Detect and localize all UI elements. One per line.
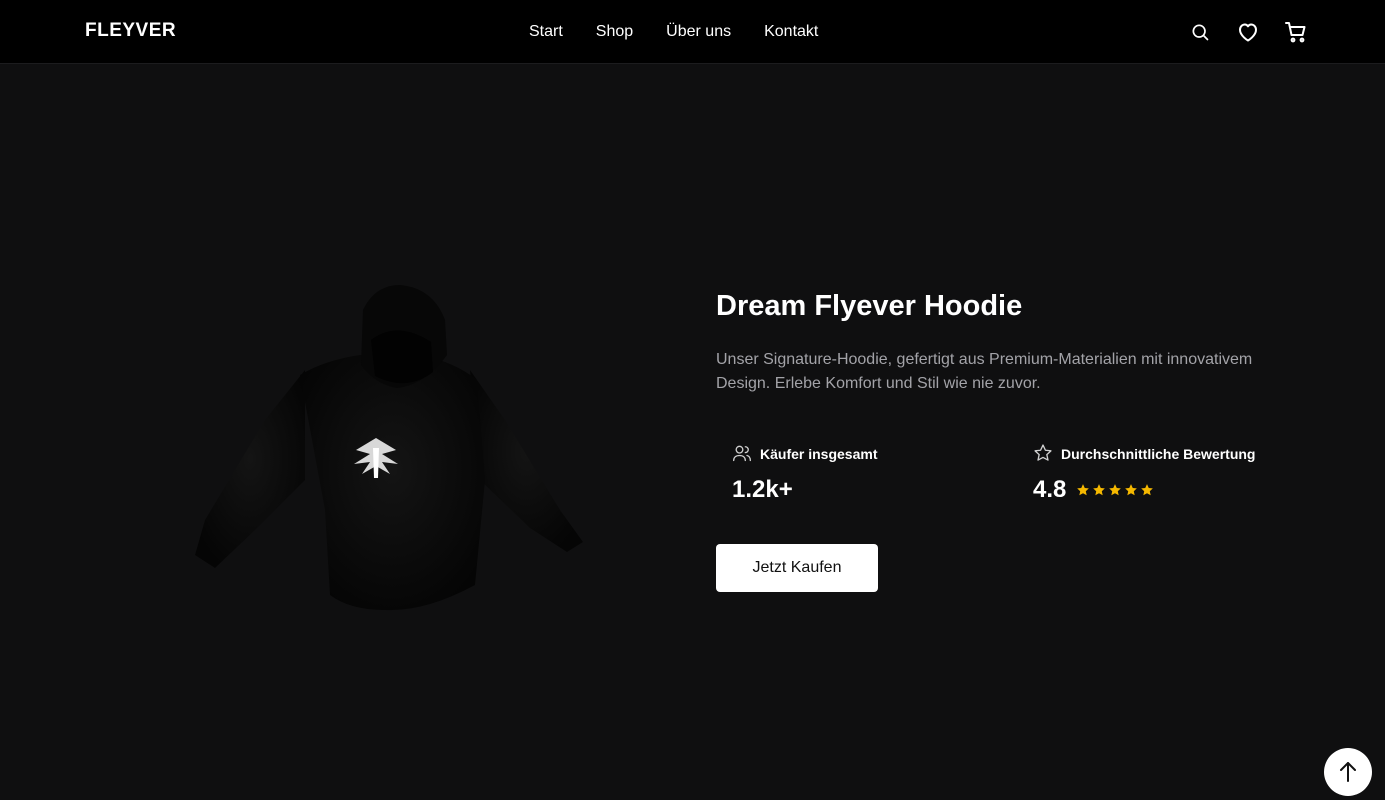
star-filled-icon (1141, 484, 1154, 496)
rating-stat-label-row: Durchschnittliche Bewertung (1033, 443, 1256, 466)
buyers-stat-label-row: Käufer insgesamt (732, 444, 877, 464)
rating-stars (1076, 483, 1154, 497)
hoodie-image (185, 280, 590, 620)
rating-stat-value: 4.8 (1033, 476, 1067, 503)
nav-link-start[interactable]: Start (529, 22, 563, 42)
star-filled-icon (1109, 484, 1122, 496)
brand-logo[interactable]: FLEYVER (85, 20, 176, 42)
buyers-stat: Käufer insgesamt 1.2k+ (732, 444, 877, 505)
scroll-to-top-button[interactable] (1324, 748, 1372, 796)
buyers-stat-value: 1.2k+ (732, 476, 793, 503)
rating-stat: Durchschnittliche Bewertung 4.8 (1033, 443, 1256, 505)
nav-icon-group (1188, 20, 1308, 44)
star-outline-icon (1033, 443, 1053, 466)
users-icon (732, 443, 752, 466)
buyers-stat-label: Käufer insgesamt (760, 446, 878, 462)
navbar: FLEYVER Start Shop Über uns Kontakt (0, 0, 1385, 64)
search-icon[interactable] (1188, 20, 1212, 44)
product-title: Dream Flyever Hoodie (716, 290, 1023, 322)
product-description: Unser Signature-Hoodie, gefertigt aus Pr… (716, 351, 1253, 392)
rating-stat-label: Durchschnittliche Bewertung (1061, 446, 1256, 462)
nav-link-about[interactable]: Über uns (666, 22, 731, 42)
cart-icon[interactable] (1284, 20, 1308, 44)
nav-link-shop[interactable]: Shop (596, 22, 633, 42)
arrow-up-icon (1340, 762, 1356, 782)
star-filled-icon (1093, 484, 1106, 496)
buy-now-button[interactable]: Jetzt Kaufen (716, 544, 878, 592)
rating-stat-value-row: 4.8 (1033, 475, 1255, 505)
heart-icon[interactable] (1236, 20, 1260, 44)
nav-link-contact[interactable]: Kontakt (764, 22, 818, 42)
buyers-stat-value-row: 1.2k+ (732, 475, 877, 505)
star-filled-icon (1077, 484, 1090, 496)
star-filled-icon (1125, 484, 1138, 496)
main-nav: Start Shop Über uns Kontakt (529, 22, 818, 42)
